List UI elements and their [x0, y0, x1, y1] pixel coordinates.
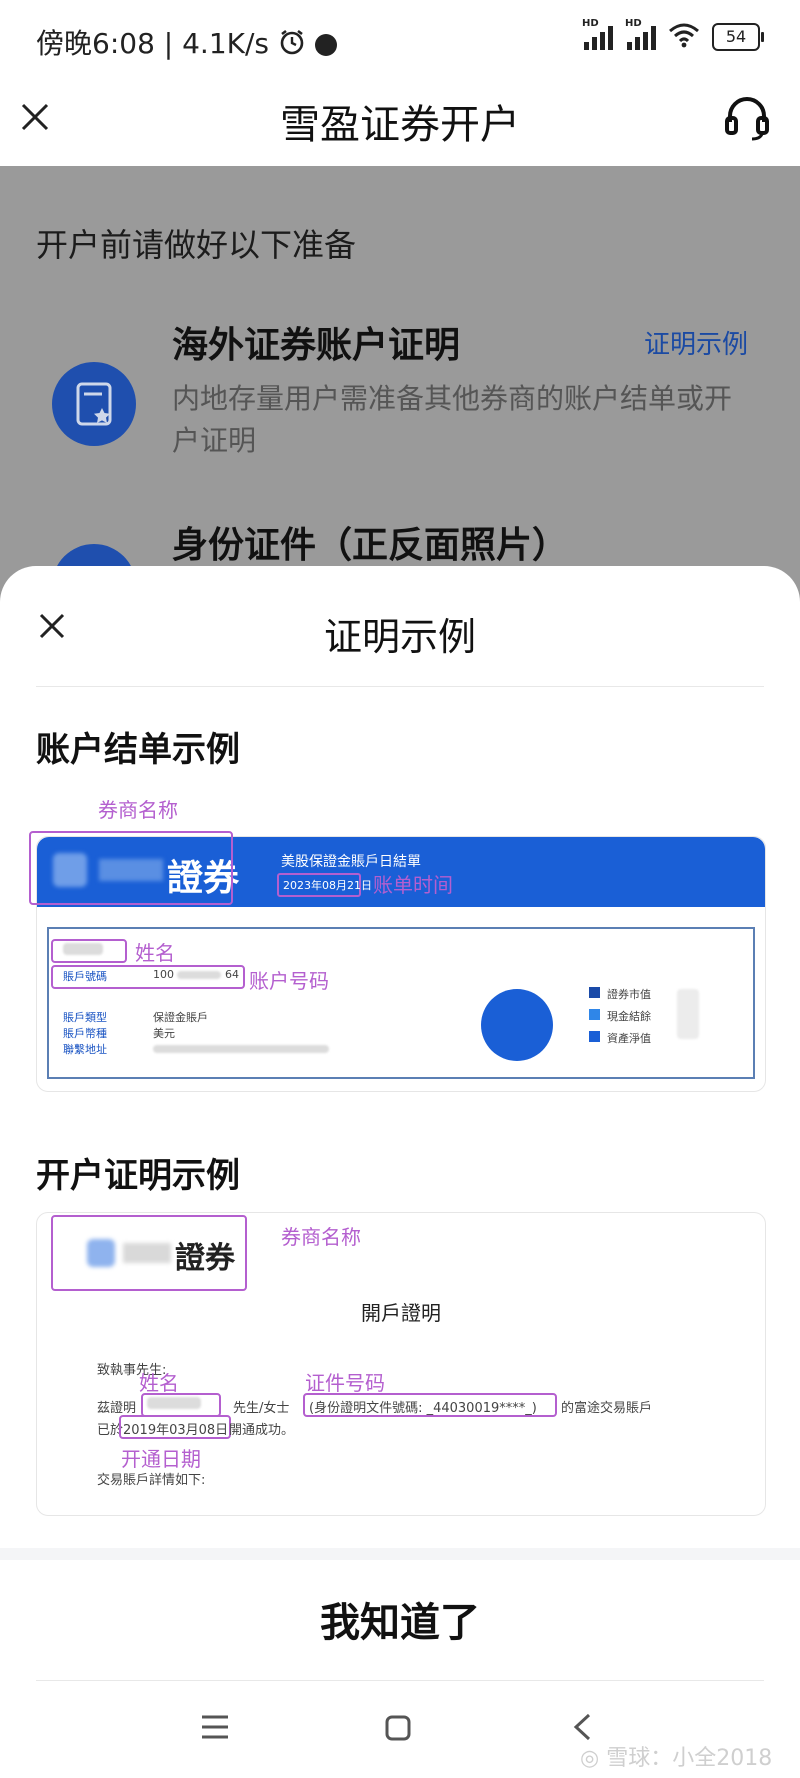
account-number-blurred: [177, 971, 221, 979]
opening-label-broker-name: 券商名称: [281, 1225, 361, 1249]
opening-broker-suffix: 證券: [175, 1241, 235, 1276]
opening-section-title: 开户证明示例: [36, 1156, 240, 1196]
legend-swatch-1: [589, 987, 600, 998]
asset-pie-chart: [481, 989, 553, 1061]
sheet-divider: [36, 686, 764, 687]
statement-doc-title: 美股保證金賬戶日結單: [281, 854, 421, 870]
home-icon[interactable]: [384, 1714, 412, 1742]
legend-label-3: 資產淨值: [607, 1032, 651, 1045]
page-title: 雪盈证券开户: [280, 102, 520, 148]
detail-value-currency: 美元: [153, 1027, 175, 1040]
account-number-prefix: 100: [153, 968, 174, 981]
label-statement-time: 账单时间: [373, 873, 453, 897]
label-account-number: 账户号码: [249, 969, 329, 993]
notification-dot-icon: [314, 34, 337, 56]
status-time: 傍晚6:08 | 4.1K/s: [36, 22, 337, 63]
opening-label-open-date: 开通日期: [121, 1447, 201, 1471]
address-blurred: [153, 1045, 329, 1053]
opening-doc-title: 開戶證明: [361, 1301, 441, 1325]
item-overseas-desc: 内地存量用户需准备其他券商的账户结单或开户证明: [172, 382, 733, 457]
legend-values-blurred: [677, 989, 699, 1039]
label-broker-name: 券商名称: [98, 798, 178, 822]
detail-value-type: 保證金賬戶: [153, 1011, 208, 1024]
item-overseas-title: 海外证券账户证明: [172, 325, 461, 366]
opening-line1-suffix: 的富途交易賬戶: [561, 1401, 653, 1416]
menu-icon[interactable]: [200, 1714, 230, 1740]
opening-line3: 交易賬戶詳情如下:: [97, 1473, 206, 1488]
proof-example-link[interactable]: 证明示例: [644, 324, 748, 361]
opening-line1-id: (身份證明文件號碼: _44030019****_): [309, 1401, 537, 1416]
wifi-icon: [668, 22, 700, 52]
opening-name-blurred: [147, 1397, 201, 1409]
sheet-title: 证明示例: [323, 615, 476, 659]
statement-example-card: 證券 美股保證金賬戶日結單 2023年08月21日 账单时间 姓名 賬戶號碼 1…: [29, 831, 766, 1092]
legend-label-1: 證券市值: [607, 988, 651, 1001]
opening-label-id-number: 证件号码: [305, 1371, 385, 1395]
opening-line1-gender: 先生/女士: [233, 1401, 290, 1416]
opening-broker-logo-blurred: [87, 1239, 115, 1267]
opening-line2-suffix: 開通成功。: [229, 1423, 295, 1438]
legend-swatch-3: [589, 1031, 600, 1042]
legend-label-2: 現金結餘: [607, 1010, 651, 1023]
opening-label-name: 姓名: [139, 1371, 179, 1395]
bottom-divider: [36, 1680, 764, 1681]
back-icon[interactable]: [572, 1712, 592, 1742]
document-star-icon: [52, 362, 136, 446]
broker-name-highlight: [29, 831, 233, 905]
detail-key-address: 聯繫地址: [63, 1043, 107, 1056]
account-number-suffix: 64: [225, 968, 239, 981]
section-separator: [0, 1548, 800, 1560]
legend-swatch-2: [589, 1009, 600, 1020]
statement-section-title: 账户结单示例: [36, 730, 240, 770]
battery-indicator: 54: [712, 23, 764, 51]
watermark: ◎ 雪球：小全2018: [580, 1746, 773, 1771]
opening-line1-prefix: 茲證明: [97, 1401, 137, 1416]
statement-doc-date: 2023年08月21日: [283, 879, 372, 892]
prep-heading: 开户前请做好以下准备: [36, 226, 357, 264]
alarm-icon: [278, 28, 306, 63]
item-id-title: 身份证件（正反面照片）: [172, 525, 569, 566]
account-number-label: 賬戶號碼: [63, 970, 107, 983]
opening-broker-name-blurred: [123, 1243, 171, 1263]
label-name: 姓名: [135, 941, 175, 965]
detail-key-currency: 賬戶幣種: [63, 1027, 107, 1040]
signal-icon: HD: [582, 18, 613, 50]
headset-icon[interactable]: [722, 94, 772, 144]
status-icons: HD HD 54: [582, 18, 764, 52]
opening-line2-date: 2019年03月08日: [123, 1423, 229, 1438]
watermark-logo-icon: ◎: [580, 1746, 607, 1771]
confirm-button[interactable]: 我知道了: [0, 1590, 800, 1648]
opening-proof-card: 證券 券商名称 開戶證明 致執事先生: 姓名 证件号码 茲證明 先生/女士 (身…: [36, 1212, 766, 1516]
signal-icon-2: HD: [625, 18, 656, 50]
detail-key-type: 賬戶類型: [63, 1011, 107, 1024]
name-blurred: [63, 943, 103, 955]
